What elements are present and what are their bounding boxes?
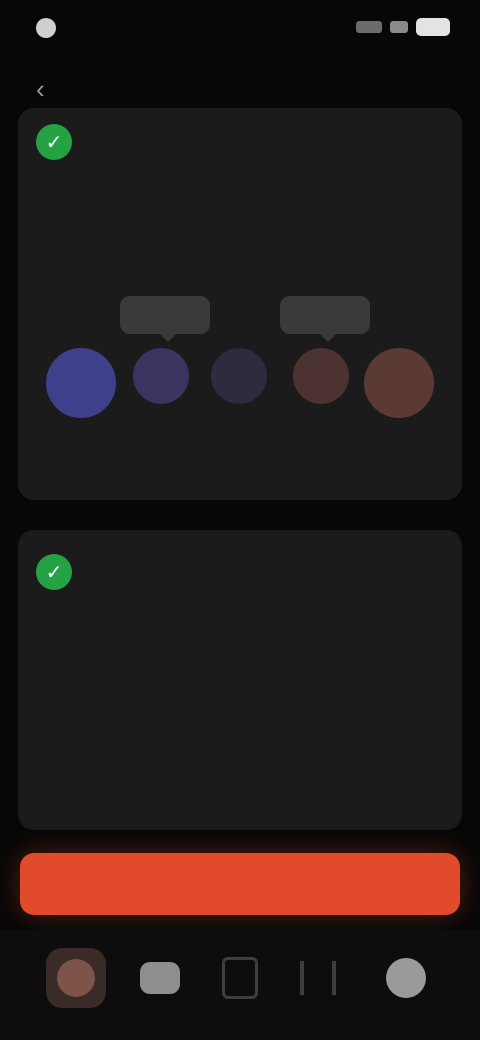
result-card: ✓ <box>18 108 462 500</box>
nav-stats[interactable] <box>288 948 348 1008</box>
stats-icon <box>300 961 336 995</box>
card-header: ✓ <box>36 554 84 590</box>
player-item[interactable] <box>204 348 274 448</box>
profile-icon <box>386 958 426 998</box>
player-avatar <box>293 348 349 404</box>
bottom-nav <box>0 930 480 1040</box>
players-row <box>18 288 462 488</box>
primary-action-button[interactable] <box>20 853 460 915</box>
speech-bubble <box>120 296 210 342</box>
card-header: ✓ <box>36 124 84 160</box>
cards-icon <box>222 957 258 999</box>
status-icons <box>356 18 450 36</box>
wifi-icon <box>390 21 408 33</box>
player-avatar <box>46 348 116 418</box>
player-item[interactable] <box>364 348 434 462</box>
player-avatar <box>133 348 189 404</box>
back-button[interactable]: ‹ <box>36 74 66 104</box>
signal-icon <box>356 21 382 33</box>
battery-icon <box>416 18 450 36</box>
info-card: ✓ <box>18 530 462 830</box>
speech-bubble <box>280 296 370 342</box>
nav-profile[interactable] <box>376 948 436 1008</box>
player-item[interactable] <box>286 348 356 448</box>
nav-home[interactable] <box>130 948 190 1008</box>
player-avatar <box>364 348 434 418</box>
app-screen: ‹ ✓ ✓ <box>0 0 480 1040</box>
home-icon <box>140 962 180 994</box>
player-item[interactable] <box>46 348 116 462</box>
avatar <box>57 959 95 997</box>
check-icon: ✓ <box>36 124 72 160</box>
status-dot-icon <box>36 18 56 38</box>
nav-avatar[interactable] <box>46 948 106 1008</box>
check-icon: ✓ <box>36 554 72 590</box>
player-item[interactable] <box>126 348 196 448</box>
nav-cards[interactable] <box>210 948 270 1008</box>
player-avatar <box>211 348 267 404</box>
status-bar <box>0 0 480 60</box>
